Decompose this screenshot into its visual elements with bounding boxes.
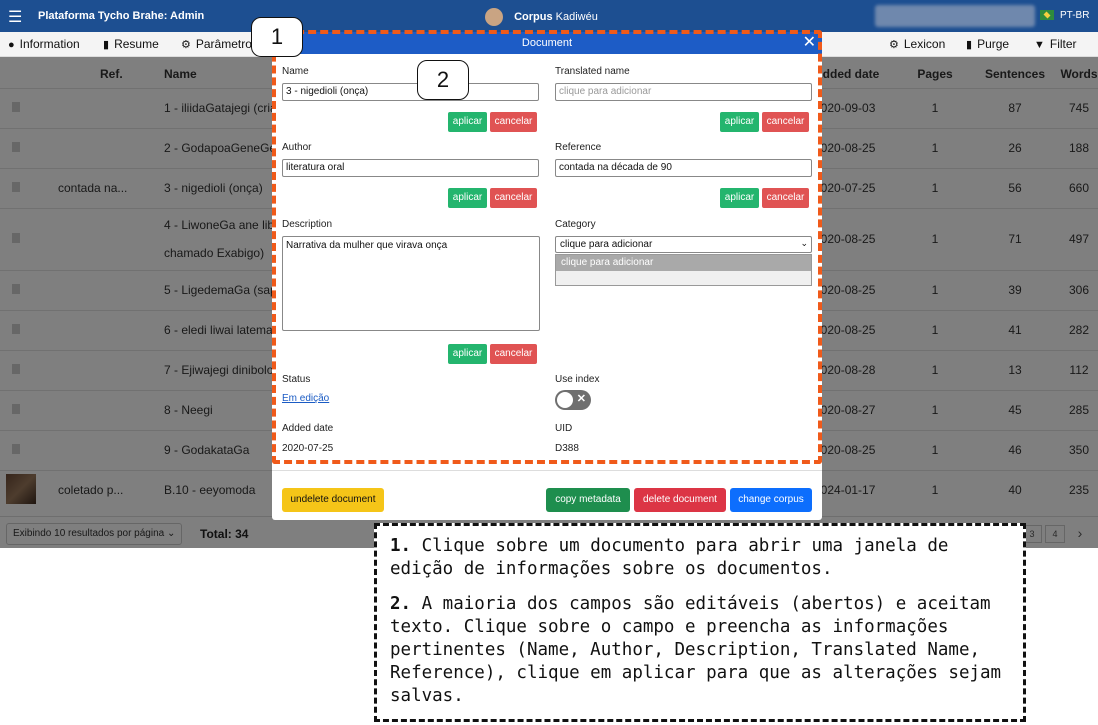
change-corpus-button[interactable]: change corpus <box>730 488 812 512</box>
filter-icon: ▼ <box>1034 39 1045 51</box>
copy-metadata-button[interactable]: copy metadata <box>546 488 630 512</box>
note-1-number: 1. <box>390 536 412 556</box>
user-menu[interactable] <box>875 5 1035 27</box>
note-1-text: Clique sobre um documento para abrir uma… <box>390 536 949 579</box>
information-button[interactable]: ● Information <box>8 37 80 51</box>
purge-button[interactable]: ▮ Purge <box>966 37 1009 51</box>
parametros-label: Parâmetros <box>195 37 258 51</box>
corpus-indicator[interactable]: Corpus Kadiwéu <box>485 8 598 26</box>
corpus-avatar <box>485 8 503 26</box>
callout-1: 1 <box>251 17 303 57</box>
note-2-number: 2. <box>390 594 412 614</box>
trash-icon: ▮ <box>966 39 973 51</box>
instruction-notes: 1. Clique sobre um documento para abrir … <box>374 523 1026 722</box>
note-1: 1. Clique sobre um documento para abrir … <box>390 535 1013 581</box>
filter-button[interactable]: ▼ Filter <box>1034 37 1077 51</box>
brazil-flag-icon <box>1040 10 1054 21</box>
modal-footer: undelete document copy metadata delete d… <box>272 470 822 520</box>
callout-2: 2 <box>417 60 469 100</box>
hamburger-menu-icon[interactable]: ☰ <box>8 7 22 27</box>
note-2: 2. A maioria dos campos são editáveis (a… <box>390 593 1013 708</box>
top-bar: ☰ Plataforma Tycho Brahe: Admin Corpus K… <box>0 0 1098 32</box>
delete-document-button[interactable]: delete document <box>634 488 726 512</box>
filter-label: Filter <box>1049 37 1077 51</box>
corpus-label: Corpus <box>514 10 553 23</box>
info-icon: ● <box>8 39 15 51</box>
document-icon: ▮ <box>103 39 110 51</box>
note-2-text: A maioria dos campos são editáveis (aber… <box>390 594 1002 706</box>
information-label: Information <box>19 37 80 51</box>
corpus-name: Kadiwéu <box>555 10 598 23</box>
gears-icon: ⚙ <box>889 39 899 51</box>
lexicon-label: Lexicon <box>903 37 946 51</box>
highlight-box <box>272 30 822 464</box>
undelete-document-button[interactable]: undelete document <box>282 488 384 512</box>
language-selector[interactable]: PT-BR <box>1040 10 1089 21</box>
purge-label: Purge <box>977 37 1010 51</box>
resume-label: Resume <box>114 37 159 51</box>
lexicon-button[interactable]: ⚙ Lexicon <box>889 37 945 51</box>
gears-icon: ⚙ <box>181 39 191 51</box>
resume-button[interactable]: ▮ Resume <box>103 37 159 51</box>
app-brand: Plataforma Tycho Brahe: Admin <box>38 10 205 22</box>
parametros-button[interactable]: ⚙ Parâmetros <box>181 37 258 51</box>
language-label: PT-BR <box>1060 10 1090 21</box>
